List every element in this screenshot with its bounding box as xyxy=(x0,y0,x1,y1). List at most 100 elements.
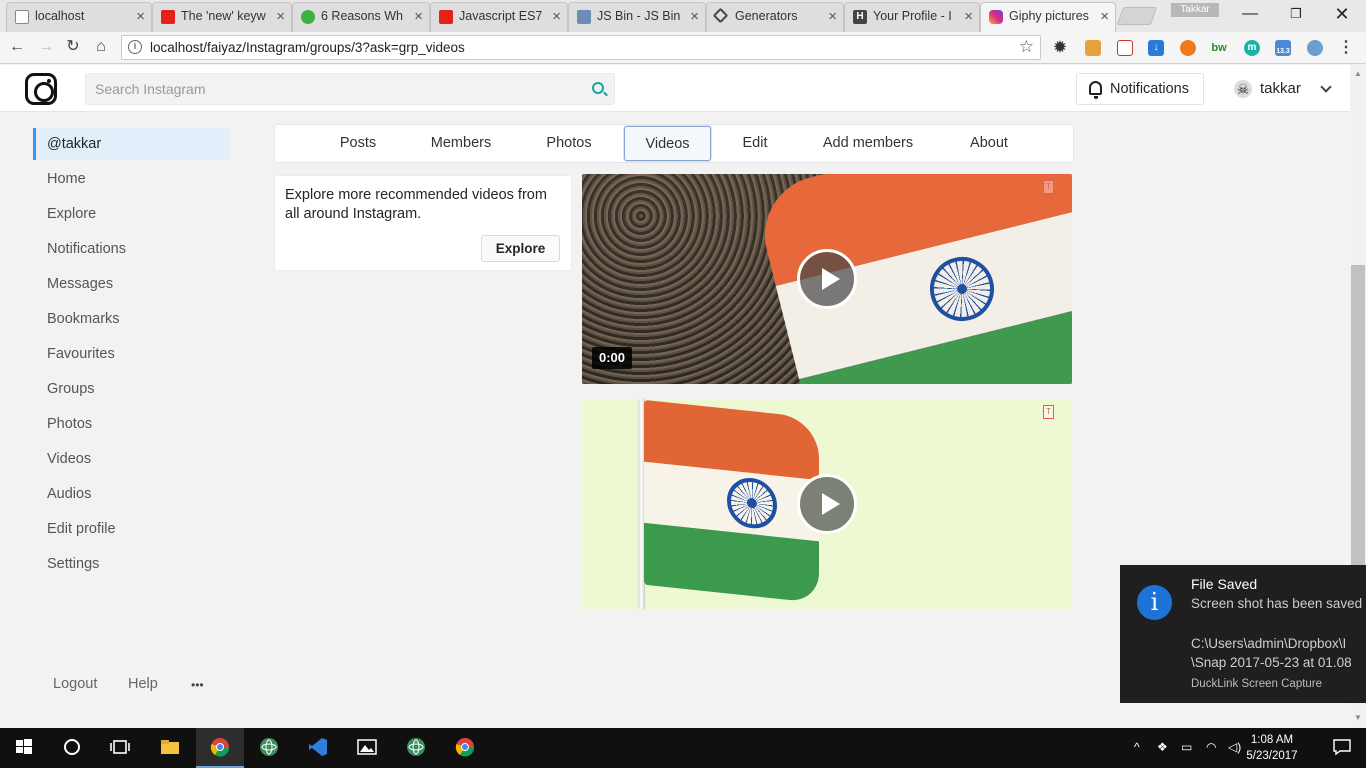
close-icon[interactable]: × xyxy=(136,3,145,30)
taskbar-chrome[interactable] xyxy=(196,728,244,768)
sidebar-item-favourites[interactable]: Favourites xyxy=(33,338,230,373)
info-icon[interactable]: i xyxy=(128,40,142,54)
more-options-icon[interactable]: ••• xyxy=(191,678,204,692)
extension-badge[interactable]: 13.3 xyxy=(1275,40,1291,56)
sidebar-item-audios[interactable]: Audios xyxy=(33,478,230,513)
close-icon[interactable]: × xyxy=(276,3,285,30)
action-center-button[interactable] xyxy=(1318,728,1366,768)
user-menu[interactable]: ☠ takkar xyxy=(1232,73,1342,105)
logout-link[interactable]: Logout xyxy=(53,676,97,692)
chevron-up-icon[interactable]: ^ xyxy=(1134,740,1140,754)
browser-tab-4[interactable]: Javascript ES7 × xyxy=(430,2,568,32)
browser-tab-7[interactable]: H Your Profile - I × xyxy=(844,2,980,32)
battery-icon[interactable]: ▭ xyxy=(1181,740,1192,754)
sidebar-item-home[interactable]: Home xyxy=(33,163,230,198)
group-tab-bar: Posts Members Photos Videos Edit Add mem… xyxy=(274,124,1074,163)
new-tab-button[interactable] xyxy=(1116,7,1158,25)
reload-icon[interactable]: ↻ xyxy=(62,36,84,58)
atom-icon xyxy=(407,738,425,756)
extension-icon[interactable] xyxy=(1180,40,1196,56)
search-button[interactable] xyxy=(48,728,96,768)
tab-members[interactable]: Members xyxy=(423,126,499,161)
instagram-logo-icon[interactable] xyxy=(25,73,57,105)
system-clock[interactable]: 1:08 AM 5/23/2017 xyxy=(1242,732,1302,764)
close-icon[interactable]: × xyxy=(828,3,837,30)
close-icon[interactable]: × xyxy=(552,3,561,30)
sidebar-item-settings[interactable]: Settings xyxy=(33,548,230,583)
restore-icon[interactable]: ❐ xyxy=(1273,0,1319,28)
tab-add-members[interactable]: Add members xyxy=(815,126,921,161)
toast-notification[interactable]: i File Saved Screen shot has been saved … xyxy=(1120,565,1366,703)
browser-tab-6[interactable]: Generators × xyxy=(706,2,844,32)
play-icon[interactable] xyxy=(797,474,857,534)
page-icon xyxy=(15,10,29,24)
download-icon[interactable]: ↓ xyxy=(1148,40,1164,56)
sidebar-item-bookmarks[interactable]: Bookmarks xyxy=(33,303,230,338)
gear-icon[interactable]: ✹ xyxy=(1052,40,1068,56)
minimize-icon[interactable]: — xyxy=(1227,0,1273,28)
taskbar-atom[interactable] xyxy=(245,728,293,768)
sidebar-item-profile[interactable]: @takkar xyxy=(33,128,230,160)
sidebar-item-photos[interactable]: Photos xyxy=(33,408,230,443)
forward-icon[interactable]: → xyxy=(35,36,57,58)
close-icon[interactable]: × xyxy=(1100,3,1109,30)
windows-icon xyxy=(16,739,32,754)
folder-icon xyxy=(161,740,179,754)
help-link[interactable]: Help xyxy=(128,676,158,692)
play-icon[interactable] xyxy=(797,249,857,309)
cortana-icon xyxy=(64,739,80,755)
volume-icon[interactable]: ◁) xyxy=(1228,740,1241,754)
home-icon[interactable]: ⌂ xyxy=(90,36,112,58)
menu-icon[interactable]: ⋮ xyxy=(1338,40,1354,56)
close-icon[interactable]: × xyxy=(690,3,699,30)
scroll-up-icon[interactable]: ▲ xyxy=(1354,69,1362,78)
search-input[interactable] xyxy=(86,74,576,104)
address-bar[interactable]: i localhost/faiyaz/Instagram/groups/3?as… xyxy=(121,35,1041,60)
browser-profile[interactable]: Takkar xyxy=(1171,3,1219,17)
window-close-icon[interactable]: ✕ xyxy=(1319,0,1365,28)
extension-icon[interactable] xyxy=(1085,40,1101,56)
taskbar-explorer[interactable] xyxy=(146,728,194,768)
extension-icon[interactable] xyxy=(1307,40,1323,56)
extension-icon[interactable]: bw xyxy=(1211,40,1227,56)
browser-tab-5[interactable]: JS Bin - JS Bin × xyxy=(568,2,706,32)
tab-about[interactable]: About xyxy=(961,126,1017,161)
sidebar-item-notifications[interactable]: Notifications xyxy=(33,233,230,268)
close-icon[interactable]: × xyxy=(414,3,423,30)
browser-tab-8[interactable]: Giphy pictures × xyxy=(980,2,1116,33)
sidebar-item-explore[interactable]: Explore xyxy=(33,198,230,233)
dropbox-icon[interactable]: ❖ xyxy=(1157,740,1168,754)
taskbar-photos[interactable] xyxy=(343,728,391,768)
chevron-down-icon[interactable] xyxy=(1320,81,1332,93)
wifi-icon[interactable]: ◠ xyxy=(1206,740,1216,754)
video-player[interactable]: T 0:00 xyxy=(582,174,1072,384)
sidebar-item-messages[interactable]: Messages xyxy=(33,268,230,303)
browser-tab-3[interactable]: 6 Reasons Wh × xyxy=(292,2,430,32)
tab-edit[interactable]: Edit xyxy=(733,126,777,161)
search-box[interactable] xyxy=(85,73,615,105)
extension-icon[interactable] xyxy=(1117,40,1133,56)
sidebar-item-videos[interactable]: Videos xyxy=(33,443,230,478)
close-icon[interactable]: × xyxy=(964,3,973,30)
tab-posts[interactable]: Posts xyxy=(328,126,388,161)
extension-icon[interactable]: m xyxy=(1244,40,1260,56)
taskbar-chrome-2[interactable] xyxy=(441,728,489,768)
scroll-down-icon[interactable]: ▼ xyxy=(1354,713,1362,722)
taskbar-vscode[interactable] xyxy=(294,728,342,768)
browser-tab-2[interactable]: The 'new' keyw × xyxy=(152,2,292,32)
notifications-button[interactable]: Notifications xyxy=(1076,73,1204,105)
tab-videos[interactable]: Videos xyxy=(624,126,711,161)
search-icon[interactable] xyxy=(592,82,604,94)
task-view-button[interactable] xyxy=(96,728,144,768)
back-icon[interactable]: ← xyxy=(6,36,28,58)
bookmark-star-icon[interactable]: ☆ xyxy=(1019,37,1034,57)
sidebar-item-groups[interactable]: Groups xyxy=(33,373,230,408)
avatar: ☠ xyxy=(1234,80,1252,98)
explore-button[interactable]: Explore xyxy=(481,235,560,262)
video-player[interactable]: T xyxy=(582,399,1072,609)
tab-photos[interactable]: Photos xyxy=(537,126,601,161)
start-button[interactable] xyxy=(0,728,48,768)
taskbar-atom-2[interactable] xyxy=(392,728,440,768)
sidebar-item-edit-profile[interactable]: Edit profile xyxy=(33,513,230,548)
browser-tab-1[interactable]: localhost × xyxy=(6,2,152,32)
